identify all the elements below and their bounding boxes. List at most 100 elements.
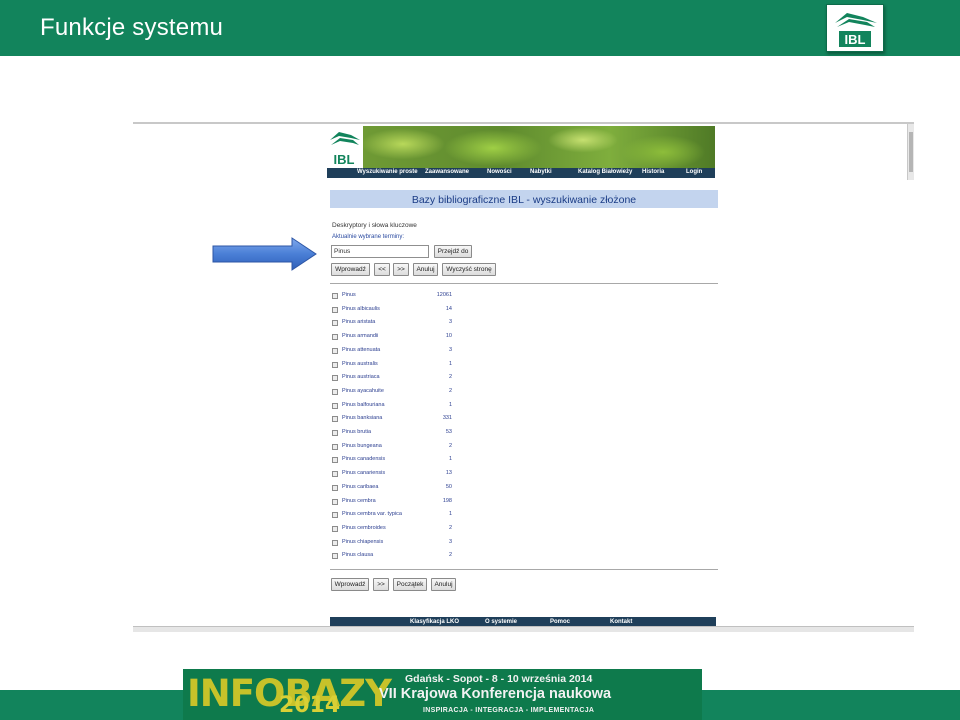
term-checkbox[interactable] [332, 525, 338, 532]
term-row[interactable]: Pinus attenuata 3 [332, 347, 452, 357]
term-row[interactable]: Pinus canadensis 1 [332, 456, 452, 466]
term-row[interactable]: Pinus 12061 [332, 292, 452, 302]
page-title-bar: Bazy bibliograficzne IBL - wyszukiwanie … [330, 190, 718, 208]
term-row[interactable]: Pinus banksiana 331 [332, 415, 452, 425]
scrollbar[interactable] [907, 124, 914, 180]
prev-button[interactable]: << [374, 263, 390, 276]
term-checkbox[interactable] [332, 347, 338, 354]
term-row[interactable]: Pinus armandii 10 [332, 333, 452, 343]
term-name: Pinus austriaca [342, 374, 380, 381]
term-count: 2 [448, 524, 452, 531]
term-count: 2 [448, 442, 452, 449]
scrollbar-thumb[interactable] [909, 132, 913, 172]
term-row[interactable]: Pinus canariensis 13 [332, 470, 452, 480]
nav-acquisitions[interactable]: Nabytki [530, 169, 552, 175]
term-count: 2 [448, 552, 452, 559]
status-bar [133, 626, 914, 632]
nav-news[interactable]: Nowości [487, 169, 512, 175]
term-row[interactable]: Pinus ayacahuite 2 [332, 388, 452, 398]
term-row[interactable]: Pinus albicaulis 14 [332, 306, 452, 316]
term-name: Pinus australis [342, 360, 378, 367]
term-row[interactable]: Pinus cembra var. typica 1 [332, 511, 452, 521]
term-count: 3 [448, 538, 452, 545]
footer-lko[interactable]: Klasyfikacja LKO [410, 619, 459, 625]
term-checkbox[interactable] [332, 388, 338, 395]
term-name: Pinus attenuata [342, 346, 381, 353]
term-checkbox[interactable] [332, 457, 338, 464]
start-button[interactable]: Początek [393, 578, 427, 591]
term-row[interactable]: Pinus austriaca 2 [332, 374, 452, 384]
term-name: Pinus chiapensis [342, 538, 384, 545]
term-count: 198 [442, 497, 452, 504]
term-checkbox[interactable] [332, 402, 338, 409]
term-checkbox[interactable] [332, 293, 338, 299]
term-count: 3 [448, 346, 452, 353]
footer-about[interactable]: O systemie [485, 619, 517, 625]
term-checkbox[interactable] [332, 361, 338, 368]
nav-history[interactable]: Historia [642, 169, 664, 175]
footer-contact[interactable]: Kontakt [610, 619, 632, 625]
term-checkbox[interactable] [332, 471, 338, 478]
term-row[interactable]: Pinus aristata 3 [332, 319, 452, 329]
term-count: 12061 [436, 292, 452, 298]
term-checkbox[interactable] [332, 498, 338, 505]
term-checkbox[interactable] [332, 512, 338, 519]
term-checkbox[interactable] [332, 375, 338, 382]
cancel-button[interactable]: Anuluj [413, 263, 438, 276]
term-row[interactable]: Pinus caribaea 50 [332, 484, 452, 494]
term-name: Pinus albicaulis [342, 305, 380, 312]
term-checkbox[interactable] [332, 334, 338, 341]
term-row[interactable]: Pinus chiapensis 3 [332, 539, 452, 549]
term-checkbox[interactable] [332, 484, 338, 491]
term-count: 2 [448, 387, 452, 394]
conference-motto: INSPIRACJA - INTEGRACJA - IMPLEMENTACJA [423, 707, 595, 714]
term-checkbox[interactable] [332, 320, 338, 327]
term-count: 1 [448, 401, 452, 408]
term-count: 3 [448, 319, 452, 326]
browser-screenshot: IBL Wyszukiwanie proste Zaawansowane Now… [133, 122, 914, 632]
term-count: 1 [448, 360, 452, 367]
clear-page-button[interactable]: Wyczyść stronę [442, 263, 496, 276]
bottom-next-button[interactable]: >> [373, 578, 389, 591]
search-input[interactable]: Pinus [331, 245, 429, 258]
footer-help[interactable]: Pomoc [550, 619, 570, 625]
term-name: Pinus cembra var. typica [342, 511, 402, 518]
selected-terms-label: Aktualnie wybrane terminy: [332, 234, 405, 240]
nav-login[interactable]: Login [686, 169, 702, 175]
term-checkbox[interactable] [332, 416, 338, 423]
term-count: 1 [448, 511, 452, 518]
term-checkbox[interactable] [332, 443, 338, 450]
next-button[interactable]: >> [393, 263, 409, 276]
term-count: 50 [445, 483, 452, 490]
bottom-cancel-button[interactable]: Anuluj [431, 578, 456, 591]
term-row[interactable]: Pinus cembra 198 [332, 498, 452, 508]
term-row[interactable]: Pinus clausa 2 [332, 552, 452, 562]
bottom-enter-button[interactable]: Wprowadź [331, 578, 369, 591]
site-nav: Wyszukiwanie proste Zaawansowane Nowości… [327, 168, 715, 178]
term-row[interactable]: Pinus balfouriana 1 [332, 402, 452, 412]
term-name: Pinus brutia [342, 429, 372, 435]
term-count: 1 [448, 456, 452, 463]
divider-top [330, 283, 718, 284]
term-row[interactable]: Pinus brutia 53 [332, 429, 452, 439]
term-checkbox[interactable] [332, 430, 338, 436]
term-row[interactable]: Pinus cembroides 2 [332, 525, 452, 535]
term-name: Pinus caribaea [342, 483, 379, 490]
nav-simple-search[interactable]: Wyszukiwanie proste [357, 169, 418, 175]
term-row[interactable]: Pinus australis 1 [332, 361, 452, 371]
nav-bialowieza-catalog[interactable]: Katalog Białowieży [578, 169, 632, 175]
term-name: Pinus cembroides [342, 524, 386, 531]
nav-advanced[interactable]: Zaawansowane [425, 169, 469, 175]
term-row[interactable]: Pinus bungeana 2 [332, 443, 452, 453]
ibl-site-banner: IBL Wyszukiwanie proste Zaawansowane Now… [327, 126, 715, 178]
term-checkbox[interactable] [332, 539, 338, 546]
enter-button[interactable]: Wprowadź [331, 263, 370, 276]
term-count: 53 [445, 429, 452, 435]
term-name: Pinus ayacahuite [342, 387, 384, 394]
header-bar: Funkcje systemu IBL [0, 0, 960, 56]
go-to-button[interactable]: Przejdź do [434, 245, 472, 258]
term-checkbox[interactable] [332, 306, 338, 313]
term-checkbox[interactable] [332, 553, 338, 560]
svg-text:IBL: IBL [334, 152, 355, 167]
term-count: 14 [445, 305, 452, 312]
